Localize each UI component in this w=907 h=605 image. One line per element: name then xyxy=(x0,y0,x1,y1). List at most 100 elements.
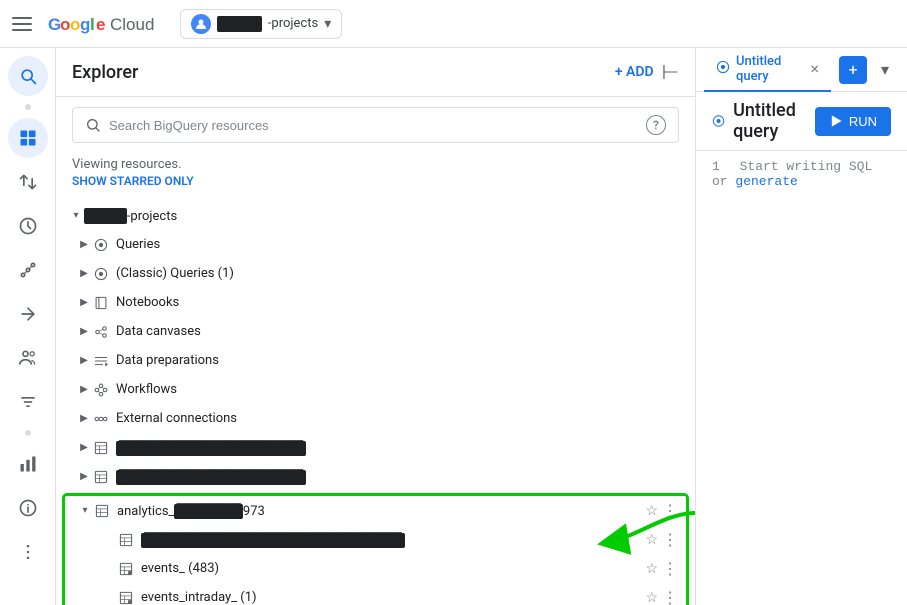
more-icon[interactable]: ⋮ xyxy=(671,380,687,399)
masked-table-actions: ☆ ⋮ xyxy=(645,530,678,549)
masked-table-label: ████████████████████████████ xyxy=(141,532,645,548)
show-starred[interactable]: SHOW STARRED ONLY xyxy=(56,172,695,197)
queries-item[interactable]: ▶ Queries ⋮ xyxy=(56,230,695,259)
classic-queries-item[interactable]: ▶ (Classic) Queries (1) ⋮ xyxy=(56,259,695,288)
analytics-dataset-label: analytics_███████973 xyxy=(117,503,645,519)
nav-more-icon[interactable] xyxy=(8,532,48,572)
more-icon[interactable]: ⋮ xyxy=(671,351,687,370)
data-canvases-label: Data canvases xyxy=(116,324,671,339)
more-icon[interactable]: ⋮ xyxy=(671,235,687,254)
pin-icon[interactable]: ⊢ xyxy=(662,60,679,84)
nav-info-icon[interactable] xyxy=(8,488,48,528)
nav-pipeline-icon[interactable] xyxy=(8,294,48,334)
dot-separator xyxy=(25,104,31,110)
star-icon[interactable]: ☆ xyxy=(645,532,658,548)
partitioned-table-icon xyxy=(117,560,135,578)
more-icon[interactable]: ⋮ xyxy=(671,438,687,457)
query-title-icon xyxy=(712,112,725,130)
add-tab-button[interactable]: + xyxy=(839,56,867,84)
project-root-item[interactable]: ▾ ████-projects ☆ ⋮ xyxy=(56,201,695,230)
query-editor[interactable]: 1 Start writing SQL or generate xyxy=(696,151,907,197)
nav-history-icon[interactable] xyxy=(8,206,48,246)
table-icon xyxy=(117,531,135,549)
expand-arrow: ▾ xyxy=(68,208,84,224)
star-icon[interactable]: ☆ xyxy=(645,503,658,519)
star-icon[interactable]: ☆ xyxy=(654,440,667,456)
nav-dashboard-icon[interactable] xyxy=(8,118,48,158)
tab-close-icon[interactable]: × xyxy=(810,59,819,78)
dataset-1-item[interactable]: ▶ ████████████████████ ☆ ⋮ xyxy=(56,433,695,462)
analytics-actions: ☆ ⋮ xyxy=(645,501,678,520)
run-icon xyxy=(829,114,843,128)
project-selector[interactable]: ████ -projects ▾ xyxy=(180,9,342,39)
nav-analytics-icon[interactable] xyxy=(8,250,48,290)
search-bar: ? xyxy=(56,97,695,153)
project-label: ████-projects xyxy=(84,208,654,224)
nav-search-icon[interactable] xyxy=(8,56,48,96)
explorer-panel: Explorer + ADD ⊢ ? Viewing resources. SH… xyxy=(56,48,696,605)
nav-transfer-icon[interactable] xyxy=(8,162,48,202)
star-icon[interactable]: ☆ xyxy=(645,590,658,605)
nav-people-icon[interactable] xyxy=(8,338,48,378)
menu-button[interactable] xyxy=(12,12,36,36)
workflows-item[interactable]: ▶ Workflows ⋮ xyxy=(56,375,695,404)
data-canvases-item[interactable]: ▶ Data canvases ⋮ xyxy=(56,317,695,346)
events-table-item[interactable]: ▶ events_ (483) ☆ ⋮ xyxy=(65,554,686,583)
google-cloud-logo: G o o g l e Cloud xyxy=(48,12,168,36)
star-icon[interactable]: ☆ xyxy=(645,561,658,577)
events-intraday-actions: ☆ ⋮ xyxy=(645,588,678,605)
search-input[interactable] xyxy=(109,118,638,133)
dataset-2-item[interactable]: ▶ ████████████████████ ☆ ⋮ xyxy=(56,462,695,491)
notebook-icon xyxy=(92,294,110,312)
star-icon[interactable]: ☆ xyxy=(654,208,667,224)
more-icon[interactable]: ⋮ xyxy=(662,501,678,520)
untitled-query-tab[interactable]: Untitled query × xyxy=(704,48,831,92)
data-preparations-item[interactable]: ▶ Data preparations ⋮ xyxy=(56,346,695,375)
analytics-section: ▾ analytics_███████973 ☆ ⋮ ▶ xyxy=(56,493,695,605)
more-icon[interactable]: ⋮ xyxy=(671,206,687,225)
masked-table-item[interactable]: ▶ ████████████████████████████ ☆ ⋮ xyxy=(65,525,686,554)
add-button[interactable]: + ADD xyxy=(615,64,654,80)
icon-sidebar xyxy=(0,48,56,605)
more-icon[interactable]: ⋮ xyxy=(671,293,687,312)
events-intraday-table-item[interactable]: ▶ events_intraday_ (1) ☆ ⋮ xyxy=(65,583,686,605)
svg-text:e: e xyxy=(96,15,105,34)
query-icon xyxy=(92,236,110,254)
more-icon[interactable]: ⋮ xyxy=(671,264,687,283)
workflow-icon xyxy=(92,381,110,399)
more-icon[interactable]: ⋮ xyxy=(662,530,678,549)
run-button[interactable]: RUN xyxy=(815,107,891,136)
classic-query-icon xyxy=(92,265,110,283)
prep-icon xyxy=(92,352,110,370)
more-icon[interactable]: ⋮ xyxy=(671,409,687,428)
analytics-dataset-item[interactable]: ▾ analytics_███████973 ☆ ⋮ xyxy=(65,496,686,525)
nav-filter-icon[interactable] xyxy=(8,382,48,422)
query-title-text: Untitled query xyxy=(733,100,815,142)
help-icon[interactable]: ? xyxy=(646,115,666,135)
analytics-dataset-icon xyxy=(93,502,111,520)
star-icon[interactable]: ☆ xyxy=(654,469,667,485)
events-intraday-label: events_intraday_ (1) xyxy=(141,590,645,605)
data-preparations-label: Data preparations xyxy=(116,353,671,368)
external-connections-item[interactable]: ▶ External connections ⋮ xyxy=(56,404,695,433)
more-icon[interactable]: ⋮ xyxy=(662,588,678,605)
search-wrap: ? xyxy=(72,107,679,143)
events-actions: ☆ ⋮ xyxy=(645,559,678,578)
svg-text:o: o xyxy=(60,15,70,34)
tab-query-icon xyxy=(716,60,730,78)
partitioned-table-icon-2 xyxy=(117,589,135,605)
external-connections-label: External connections xyxy=(116,411,671,426)
topbar: G o o g l e Cloud ████ -projects ▾ xyxy=(0,0,907,48)
project-name-masked: ████ xyxy=(217,16,262,32)
more-tabs-button[interactable]: ▾ xyxy=(871,56,899,84)
svg-text:g: g xyxy=(80,15,90,34)
more-icon[interactable]: ⋮ xyxy=(662,559,678,578)
more-icon[interactable]: ⋮ xyxy=(671,467,687,486)
generate-sql-link[interactable]: generate xyxy=(735,174,797,189)
more-icon[interactable]: ⋮ xyxy=(671,322,687,341)
tree: ▾ ████-projects ☆ ⋮ ▶ Queries ⋮ xyxy=(56,197,695,605)
query-tabs: Untitled query × + ▾ xyxy=(696,48,907,92)
expand-arrow: ▶ xyxy=(76,353,92,369)
notebooks-item[interactable]: ▶ Notebooks ⋮ xyxy=(56,288,695,317)
nav-chart-icon[interactable] xyxy=(8,444,48,484)
